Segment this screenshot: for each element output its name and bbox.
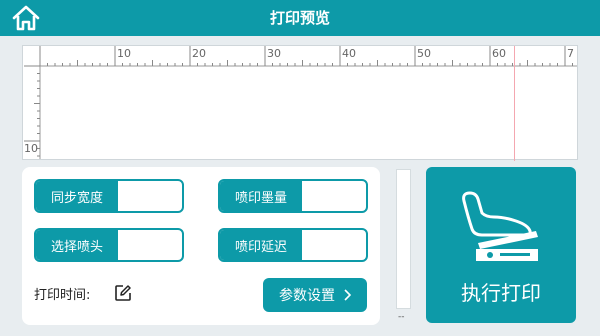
select-head-field[interactable]: 选择喷头	[34, 228, 184, 262]
print-preview-canvas[interactable]: 10 20 30 40 50 60 7 10	[22, 45, 578, 161]
ink-amount-field[interactable]: 喷印墨量	[218, 179, 368, 213]
ruler-top-label: 7	[567, 47, 574, 60]
settings-panel: 同步宽度 喷印墨量 选择喷头 喷印延迟 打印时间: 参数设置	[22, 167, 380, 325]
ruler-top-label: 50	[417, 47, 431, 60]
ruler-top-label: 60	[492, 47, 506, 60]
sync-width-label: 同步宽度	[36, 181, 118, 211]
page-title: 打印预览	[269, 9, 330, 27]
print-delay-field[interactable]: 喷印延迟	[218, 228, 368, 262]
app-header: 打印预览	[0, 0, 600, 36]
ink-amount-label: 喷印墨量	[220, 181, 302, 211]
ruler-top-label: 40	[342, 47, 356, 60]
print-delay-label: 喷印延迟	[220, 230, 302, 260]
ruler-left-label: 10	[24, 142, 38, 155]
ruler-top-label: 10	[117, 47, 131, 60]
ruler: 10 20 30 40 50 60 7 10	[24, 46, 577, 161]
select-head-label: 选择喷头	[36, 230, 118, 260]
chevron-right-icon	[344, 289, 351, 301]
ink-amount-value[interactable]	[302, 181, 366, 211]
print-time-label: 打印时间:	[34, 288, 91, 303]
execute-print-button[interactable]: 执行打印	[426, 167, 576, 323]
ruler-top-label: 20	[192, 47, 206, 60]
param-settings-label: 参数设置	[279, 288, 335, 304]
sync-width-value[interactable]	[118, 181, 182, 211]
foot-pedal-icon	[462, 191, 538, 261]
print-delay-value[interactable]	[302, 230, 366, 260]
param-settings-button[interactable]: 参数设置	[263, 278, 367, 312]
edit-icon[interactable]	[114, 284, 132, 302]
sync-width-field[interactable]: 同步宽度	[34, 179, 184, 213]
select-head-value[interactable]	[118, 230, 182, 260]
execute-print-label: 执行打印	[461, 281, 541, 305]
side-dash-text: --	[398, 312, 405, 322]
side-scrollbar[interactable]	[396, 169, 411, 309]
ruler-top-label: 30	[267, 47, 281, 60]
